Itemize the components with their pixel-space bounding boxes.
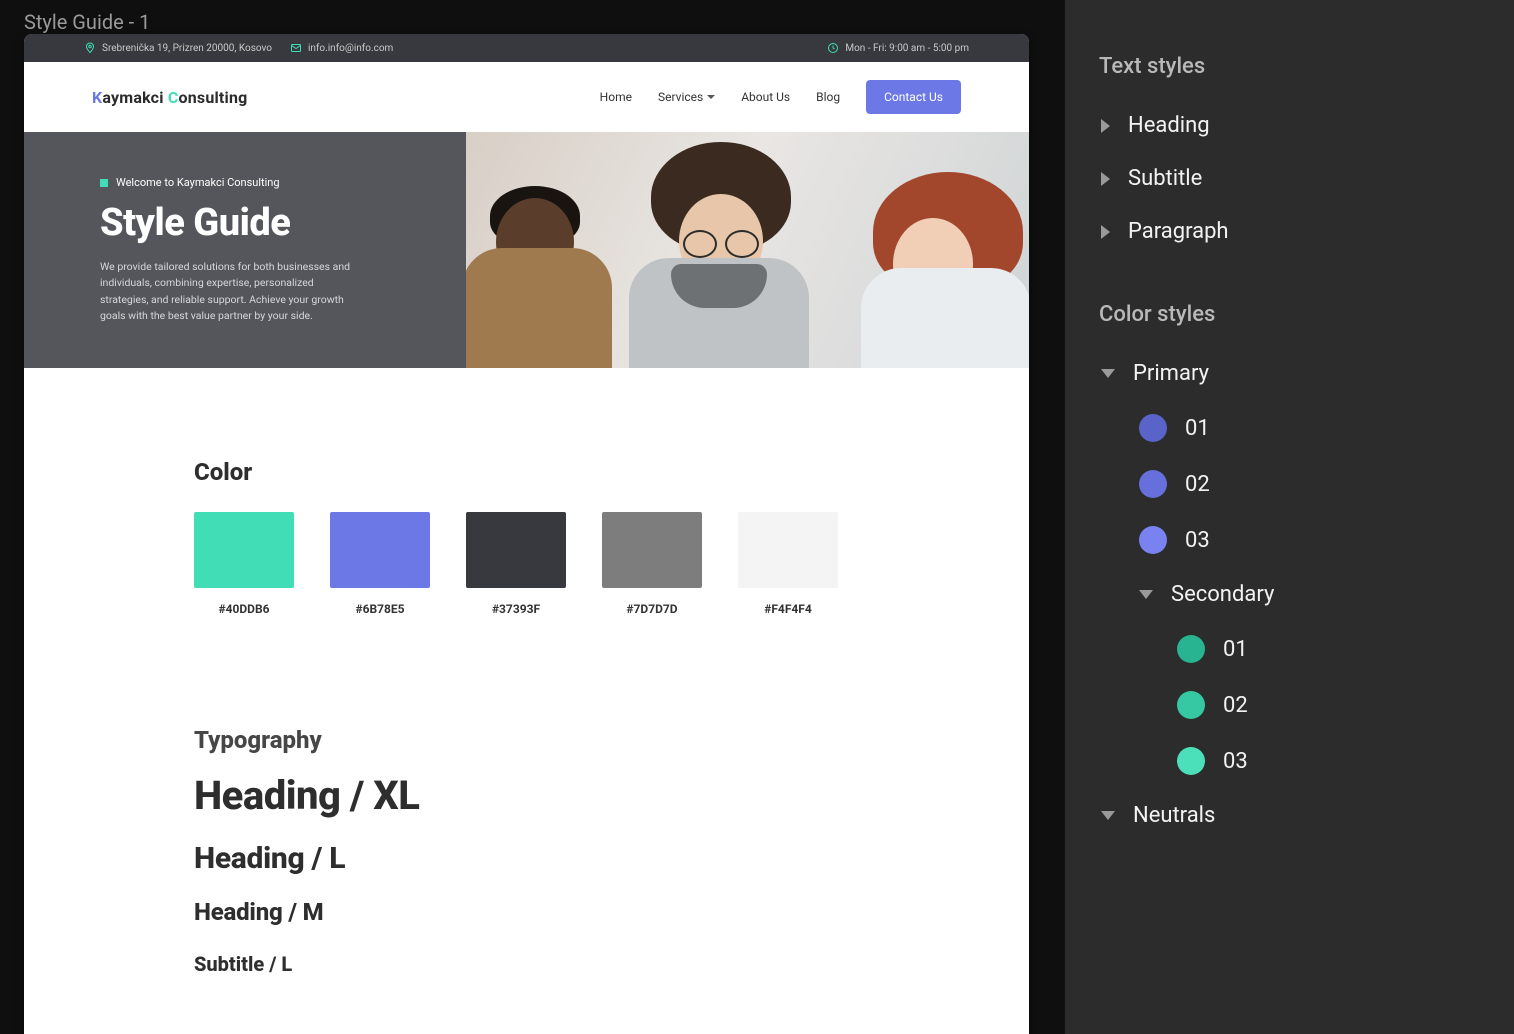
swatch-2: #6B78E5 xyxy=(330,512,430,616)
logo-c: C xyxy=(168,88,179,107)
color-secondary-02[interactable]: 02 xyxy=(1065,677,1514,733)
color-group-secondary-label: Secondary xyxy=(1171,582,1274,607)
color-dot-icon xyxy=(1177,635,1205,663)
swatch-box-1 xyxy=(194,512,294,588)
color-primary-01[interactable]: 01 xyxy=(1065,400,1514,456)
design-frame[interactable]: Srebrenička 19, Prizren 20000, Kosovo in… xyxy=(24,34,1029,1034)
color-group-primary-label: Primary xyxy=(1133,361,1209,386)
color-primary-03-label: 03 xyxy=(1185,528,1210,553)
color-primary-01-label: 01 xyxy=(1185,416,1210,441)
chevron-down-icon xyxy=(1139,590,1153,599)
topbar-address: Srebrenička 19, Prizren 20000, Kosovo xyxy=(84,42,272,54)
color-secondary-03[interactable]: 03 xyxy=(1065,733,1514,789)
nav-home[interactable]: Home xyxy=(600,90,632,104)
hero-description: We provide tailored solutions for both b… xyxy=(100,259,360,324)
swatch-4: #7D7D7D xyxy=(602,512,702,616)
topbar-hours-text: Mon - Fri: 9:00 am - 5:00 pm xyxy=(845,43,969,54)
swatch-label-5: #F4F4F4 xyxy=(738,602,838,616)
map-pin-icon xyxy=(84,42,96,54)
color-secondary-03-label: 03 xyxy=(1223,749,1248,774)
color-secondary-01-label: 01 xyxy=(1223,637,1248,662)
color-group-secondary[interactable]: Secondary xyxy=(1065,568,1514,621)
logo: Kaymakci Consulting xyxy=(92,88,248,107)
color-dot-icon xyxy=(1177,747,1205,775)
color-dot-icon xyxy=(1139,526,1167,554)
nav-services[interactable]: Services xyxy=(658,90,715,104)
subtitle-l-sample: Subtitle / L xyxy=(194,952,859,976)
design-canvas[interactable]: Style Guide - 1 Srebrenička 19, Prizren … xyxy=(0,0,1064,1034)
text-styles-header: Text styles xyxy=(1065,10,1514,99)
text-style-paragraph-label: Paragraph xyxy=(1128,219,1229,244)
text-style-subtitle[interactable]: Subtitle xyxy=(1065,152,1514,205)
logo-k: K xyxy=(92,88,102,107)
clock-icon xyxy=(827,42,839,54)
swatch-1: #40DDB6 xyxy=(194,512,294,616)
swatch-5: #F4F4F4 xyxy=(738,512,838,616)
chevron-right-icon xyxy=(1101,225,1110,239)
color-secondary-01[interactable]: 01 xyxy=(1065,621,1514,677)
design-side-panel[interactable]: Text styles Heading Subtitle Paragraph C… xyxy=(1064,0,1514,1034)
color-primary-02-label: 02 xyxy=(1185,472,1210,497)
swatch-label-4: #7D7D7D xyxy=(602,602,702,616)
hero-tag: Welcome to Kaymakci Consulting xyxy=(100,176,466,189)
color-dot-icon xyxy=(1177,691,1205,719)
contact-us-button[interactable]: Contact Us xyxy=(866,80,961,114)
swatch-box-5 xyxy=(738,512,838,588)
swatch-3: #37393F xyxy=(466,512,566,616)
hero-person-1 xyxy=(466,158,626,368)
color-swatches: #40DDB6 #6B78E5 #37393F #7D7D7D #F4F4F4 xyxy=(194,512,859,616)
swatch-box-4 xyxy=(602,512,702,588)
hero-section: Welcome to Kaymakci Consulting Style Gui… xyxy=(24,132,1029,368)
website-topbar: Srebrenička 19, Prizren 20000, Kosovo in… xyxy=(24,34,1029,62)
hero-title: Style Guide xyxy=(100,201,466,245)
hero-person-3 xyxy=(849,158,1029,368)
heading-xl-sample: Heading / XL xyxy=(194,772,859,819)
swatch-box-3 xyxy=(466,512,566,588)
hero-image xyxy=(466,132,1029,368)
color-group-neutrals-label: Neutrals xyxy=(1133,803,1215,828)
heading-m-sample: Heading / M xyxy=(194,898,859,926)
style-guide-body: Color #40DDB6 #6B78E5 #37393F #7D7D7D xyxy=(24,368,1029,1034)
swatch-box-2 xyxy=(330,512,430,588)
frame-label[interactable]: Style Guide - 1 xyxy=(24,10,150,34)
text-style-heading-label: Heading xyxy=(1128,113,1210,138)
swatch-label-2: #6B78E5 xyxy=(330,602,430,616)
typography-section: Typography Heading / XL Heading / L Head… xyxy=(194,726,859,976)
color-group-neutrals[interactable]: Neutrals xyxy=(1065,789,1514,842)
color-group-primary[interactable]: Primary xyxy=(1065,347,1514,400)
heading-l-sample: Heading / L xyxy=(194,841,859,876)
text-style-paragraph[interactable]: Paragraph xyxy=(1065,205,1514,258)
color-styles-header: Color styles xyxy=(1065,258,1514,347)
color-dot-icon xyxy=(1139,470,1167,498)
color-primary-03[interactable]: 03 xyxy=(1065,512,1514,568)
topbar-address-text: Srebrenička 19, Prizren 20000, Kosovo xyxy=(102,43,272,54)
text-style-subtitle-label: Subtitle xyxy=(1128,166,1202,191)
chevron-down-icon xyxy=(1101,811,1115,820)
nav-links: Home Services About Us Blog Contact Us xyxy=(600,80,961,114)
chevron-down-icon xyxy=(1101,369,1115,378)
topbar-email: info.info@info.com xyxy=(290,42,393,54)
color-secondary-02-label: 02 xyxy=(1223,693,1248,718)
swatch-label-1: #40DDB6 xyxy=(194,602,294,616)
color-primary-02[interactable]: 02 xyxy=(1065,456,1514,512)
color-section-title: Color xyxy=(194,458,859,486)
website-navbar: Kaymakci Consulting Home Services About … xyxy=(24,62,1029,132)
chevron-right-icon xyxy=(1101,119,1110,133)
mail-icon xyxy=(290,42,302,54)
nav-about[interactable]: About Us xyxy=(741,90,790,104)
topbar-hours: Mon - Fri: 9:00 am - 5:00 pm xyxy=(827,42,969,54)
text-style-heading[interactable]: Heading xyxy=(1065,99,1514,152)
chevron-right-icon xyxy=(1101,172,1110,186)
typography-title: Typography xyxy=(194,726,859,754)
topbar-email-text: info.info@info.com xyxy=(308,43,393,54)
swatch-label-3: #37393F xyxy=(466,602,566,616)
nav-blog[interactable]: Blog xyxy=(816,90,840,104)
color-dot-icon xyxy=(1139,414,1167,442)
hero-person-2 xyxy=(611,138,831,368)
